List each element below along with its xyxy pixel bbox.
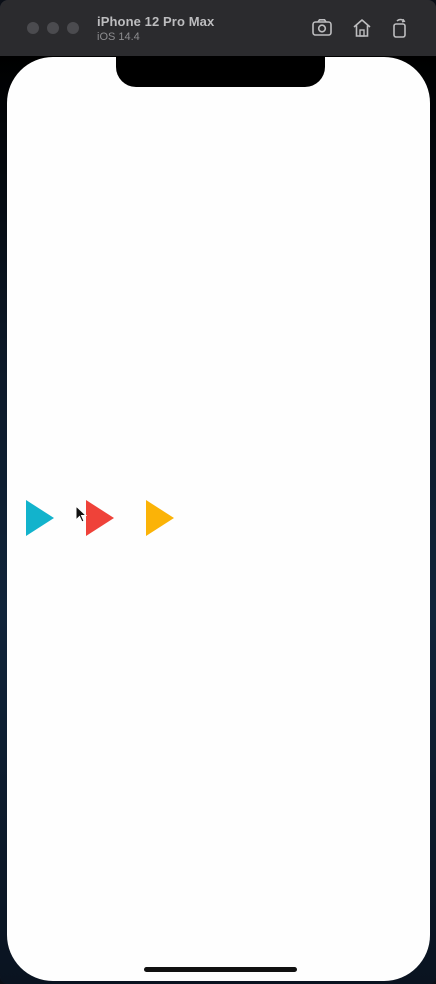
- play-icon-red[interactable]: [86, 500, 114, 536]
- rotate-icon[interactable]: [389, 17, 411, 39]
- zoom-window-button[interactable]: [67, 22, 79, 34]
- close-window-button[interactable]: [27, 22, 39, 34]
- os-version: iOS 14.4: [97, 31, 140, 43]
- minimize-window-button[interactable]: [47, 22, 59, 34]
- titlebar: iPhone 12 Pro Max iOS 14.4: [0, 0, 436, 56]
- home-indicator[interactable]: [144, 967, 297, 972]
- phone-screen: [7, 57, 430, 981]
- play-icon-cyan[interactable]: [26, 500, 54, 536]
- play-icon-amber[interactable]: [146, 500, 174, 536]
- notch: [116, 57, 325, 87]
- device-name: iPhone 12 Pro Max: [97, 14, 215, 29]
- home-icon[interactable]: [351, 17, 373, 39]
- mouse-cursor-icon: [75, 504, 88, 523]
- simulator-window: iPhone 12 Pro Max iOS 14.4: [0, 0, 436, 984]
- screenshot-icon[interactable]: [311, 17, 333, 39]
